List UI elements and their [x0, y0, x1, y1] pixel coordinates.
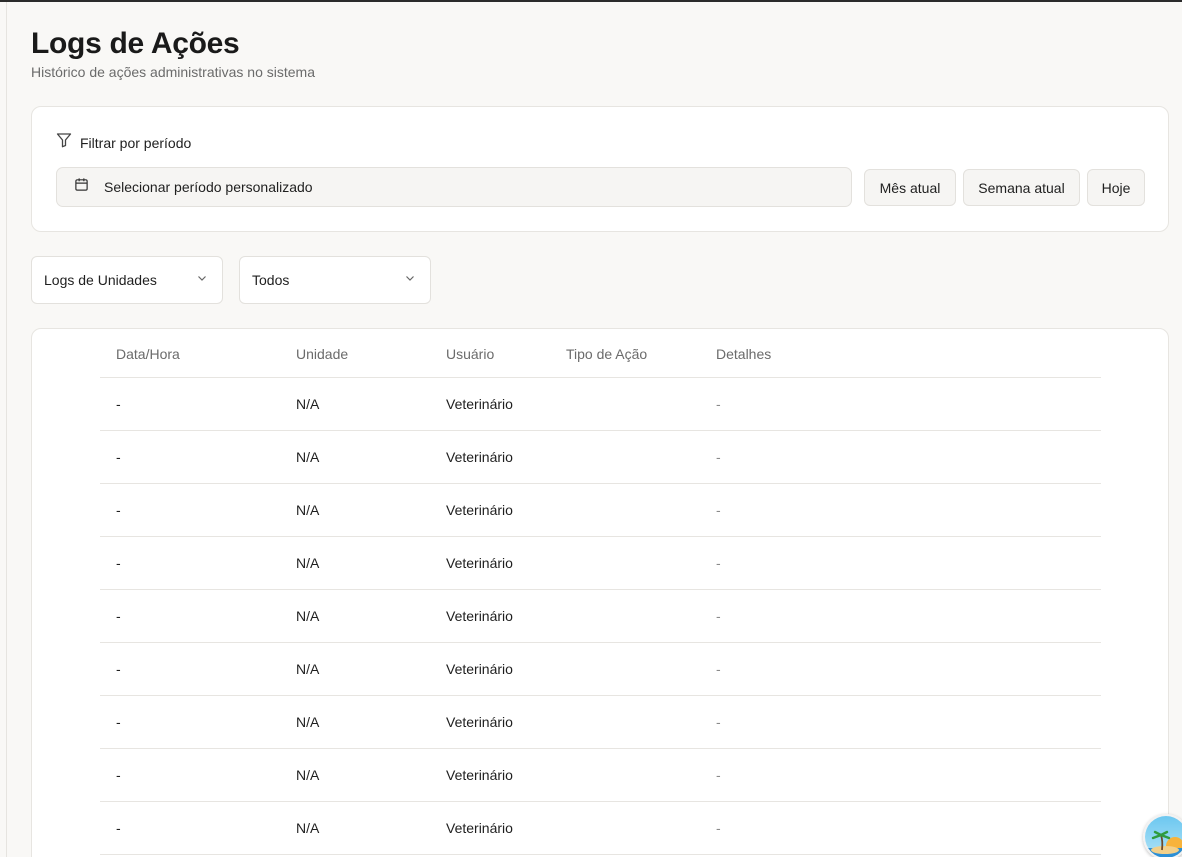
log-type-value: Logs de Unidades [44, 272, 157, 288]
filter-header: Filtrar por período [56, 132, 191, 153]
cell-datetime: - [116, 555, 121, 571]
cell-user: Veterinário [446, 555, 513, 571]
scope-select[interactable]: Todos [239, 256, 431, 304]
cell-details: - [716, 661, 721, 677]
table-row: - N/A Veterinário - [100, 378, 1101, 431]
cell-unit: N/A [296, 502, 320, 518]
cell-datetime: - [116, 449, 121, 465]
cell-datetime: - [116, 661, 121, 677]
cell-details: - [716, 502, 721, 518]
current-month-button[interactable]: Mês atual [864, 169, 956, 206]
top-border [0, 0, 1182, 2]
table-row: - N/A Veterinário - [100, 484, 1101, 537]
cell-unit: N/A [296, 449, 320, 465]
column-header-user: Usuário [446, 346, 495, 362]
column-header-action-type: Tipo de Ação [566, 346, 648, 362]
cell-datetime: - [116, 396, 121, 412]
cell-details: - [716, 449, 721, 465]
filter-icon [56, 132, 72, 153]
table-row: - N/A Veterinário - [100, 802, 1101, 855]
custom-period-picker[interactable]: Selecionar período personalizado [56, 167, 852, 207]
cell-unit: N/A [296, 714, 320, 730]
cell-details: - [716, 767, 721, 783]
cell-unit: N/A [296, 555, 320, 571]
cell-details: - [716, 555, 721, 571]
cell-user: Veterinário [446, 449, 513, 465]
cell-unit: N/A [296, 608, 320, 624]
left-divider [6, 2, 7, 857]
cell-user: Veterinário [446, 767, 513, 783]
filter-label: Filtrar por período [80, 134, 192, 151]
table-row: - N/A Veterinário - [100, 643, 1101, 696]
current-week-button[interactable]: Semana atual [963, 169, 1080, 206]
cell-datetime: - [116, 767, 121, 783]
table-row: - N/A Veterinário - [100, 749, 1101, 802]
table-row: - N/A Veterinário - [100, 431, 1101, 484]
chevron-down-icon [404, 271, 416, 289]
logs-table: Data/Hora Unidade Usuário Tipo de Ação D… [100, 329, 1101, 855]
column-header-details: Detalhes [716, 346, 772, 362]
period-filter-card: Filtrar por período Selecionar período p… [31, 106, 1169, 232]
chevron-down-icon [196, 271, 208, 289]
column-header-unit: Unidade [296, 346, 349, 362]
cell-user: Veterinário [446, 661, 513, 677]
calendar-icon [74, 177, 89, 197]
period-picker-label: Selecionar período personalizado [104, 179, 313, 195]
table-row: - N/A Veterinário - [100, 537, 1101, 590]
logs-table-card: Data/Hora Unidade Usuário Tipo de Ação D… [31, 328, 1169, 857]
cell-user: Veterinário [446, 608, 513, 624]
cell-datetime: - [116, 820, 121, 836]
cell-datetime: - [116, 502, 121, 518]
cell-unit: N/A [296, 396, 320, 412]
cell-details: - [716, 714, 721, 730]
cell-details: - [716, 396, 721, 412]
island-avatar-icon[interactable] [1143, 814, 1182, 857]
log-type-select[interactable]: Logs de Unidades [31, 256, 223, 304]
cell-details: - [716, 608, 721, 624]
table-row: - N/A Veterinário - [100, 590, 1101, 643]
page-title: Logs de Ações [31, 27, 240, 60]
cell-unit: N/A [296, 661, 320, 677]
cell-user: Veterinário [446, 396, 513, 412]
table-header: Data/Hora Unidade Usuário Tipo de Ação D… [100, 329, 1101, 378]
cell-datetime: - [116, 608, 121, 624]
table-row: - N/A Veterinário - [100, 696, 1101, 749]
cell-unit: N/A [296, 820, 320, 836]
page-subtitle: Histórico de ações administrativas no si… [31, 64, 316, 80]
cell-unit: N/A [296, 767, 320, 783]
today-button[interactable]: Hoje [1087, 169, 1145, 206]
scope-value: Todos [252, 272, 290, 288]
cell-datetime: - [116, 714, 121, 730]
cell-user: Veterinário [446, 820, 513, 836]
cell-user: Veterinário [446, 502, 513, 518]
column-header-datetime: Data/Hora [116, 346, 180, 362]
cell-details: - [716, 820, 721, 836]
cell-user: Veterinário [446, 714, 513, 730]
